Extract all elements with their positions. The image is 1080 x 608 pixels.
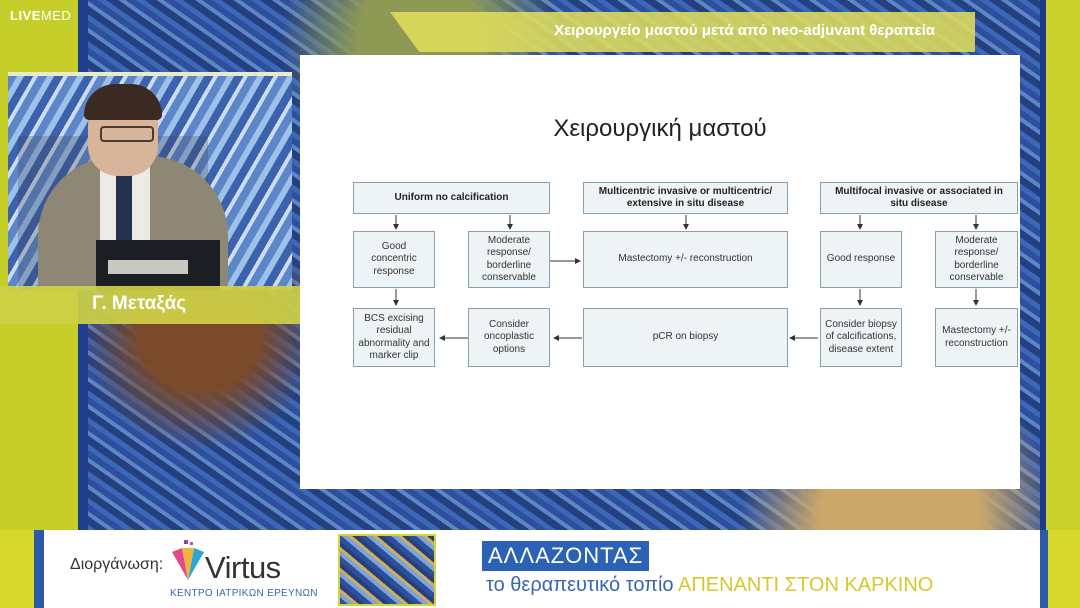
organizer-label: Διοργάνωση: — [70, 556, 164, 573]
header-title-bar: Χειρουργείο μαστού μετά από neo-adjuvant… — [390, 12, 975, 52]
box-good-response: Good response — [820, 231, 902, 288]
logo-light: MED — [40, 8, 72, 23]
right-decor-strip — [1040, 0, 1080, 530]
box-mastectomy-center: Mastectomy +/- reconstruction — [583, 231, 788, 288]
banner-subtitle: το θεραπευτικό τοπίο ΑΠΕΝΑΝΤΙ ΣΤΟΝ ΚΑΡΚΙ… — [486, 574, 933, 597]
event-artwork-thumbnail — [338, 534, 436, 606]
box-multicentric: Multicentric invasive or multicentric/ e… — [583, 182, 788, 214]
laptop-stand — [108, 260, 188, 274]
header-title: Χειρουργείο μαστού μετά από neo-adjuvant… — [554, 22, 935, 39]
speaker-name-bar: Γ. Μεταξάς — [0, 286, 300, 324]
footer-banner: Διοργάνωση: Virtus ΚΕΝΤΡΟ ΙΑΤΡΙΚΩΝ ΕΡΕΥΝ… — [0, 530, 1080, 608]
speaker-glasses — [100, 126, 154, 142]
logo-bold: LIVE — [10, 8, 41, 23]
org-subtitle: ΚΕΝΤΡΟ ΙΑΤΡΙΚΩΝ ΕΡΕΥΝΩΝ — [170, 588, 318, 599]
footer-left-strip — [0, 530, 44, 608]
org-name: Virtus — [205, 550, 281, 585]
footer-right-strip — [1040, 530, 1080, 608]
speaker-name: Γ. Μεταξάς — [92, 293, 187, 314]
speaker-camera-feed — [8, 72, 292, 290]
box-pcr: pCR on biopsy — [583, 308, 788, 367]
box-uniform: Uniform no calcification — [353, 182, 550, 214]
presentation-slide: Χειρουργική μαστού Uniform no calcificat… — [300, 55, 1020, 489]
box-good-concentric: Good concentric response — [353, 231, 435, 288]
banner-subtitle-highlight: ΑΠΕΝΑΝΤΙ ΣΤΟΝ ΚΑΡΚΙΝΟ — [677, 574, 934, 596]
box-mastectomy-right: Mastectomy +/- reconstruction — [935, 308, 1018, 367]
speaker-hair — [84, 84, 162, 120]
banner-subtitle-prefix: το θεραπευτικό τοπίο — [486, 574, 674, 596]
virtus-logo-icon — [172, 540, 204, 580]
box-moderate-right: Moderate response/ borderline conservabl… — [935, 231, 1018, 288]
box-consider-biopsy: Consider biopsy of calcifications, disea… — [820, 308, 902, 367]
box-bcs: BCS excising residual abnormality and ma… — [353, 308, 435, 367]
banner-title: ΑΛΛΑΖΟΝΤΑΣ — [482, 541, 650, 571]
box-multifocal: Multifocal invasive or associated in sit… — [820, 182, 1018, 214]
box-oncoplastic: Consider oncoplastic options — [468, 308, 550, 367]
box-moderate-left: Moderate response/ borderline conservabl… — [468, 231, 550, 288]
channel-logo: LIVEMED — [10, 8, 71, 23]
